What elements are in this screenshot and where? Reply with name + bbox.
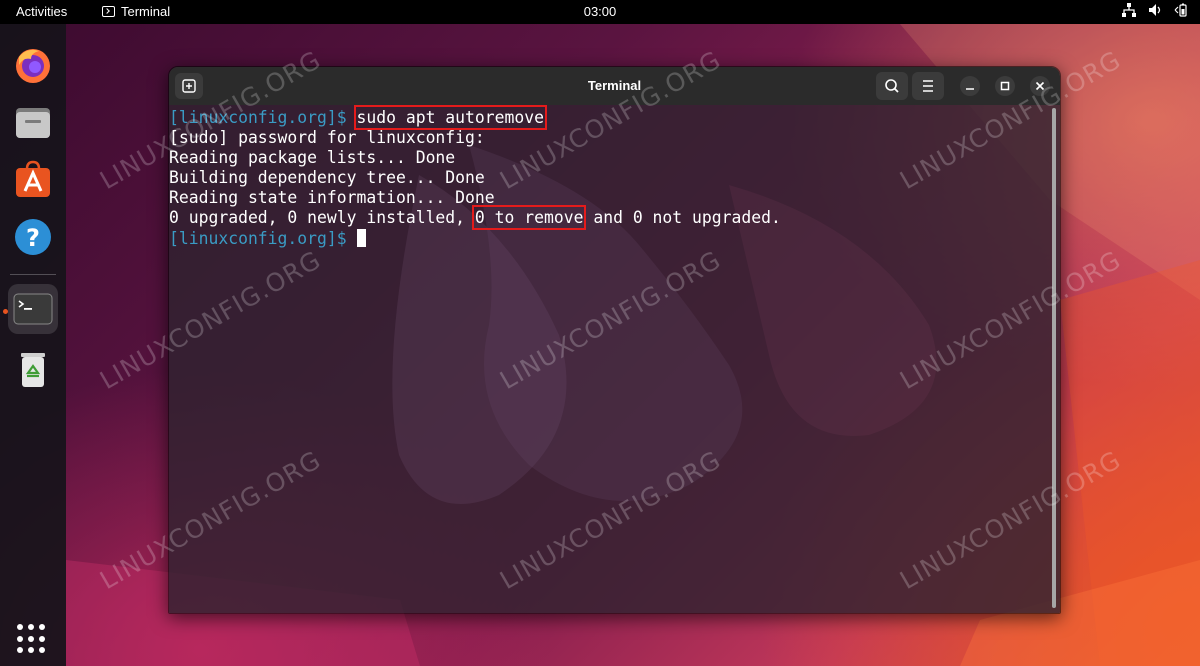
terminal-output[interactable]: [linuxconfig.org]$ sudo apt autoremove [… [169,105,1060,613]
software-store-icon [16,160,50,197]
system-tray[interactable] [1122,3,1188,17]
trash-icon [21,353,45,387]
minimize-icon [966,88,974,90]
battery-icon [1174,3,1187,17]
terminal-line: Reading package lists... Done [169,148,456,167]
hamburger-menu-button[interactable] [912,72,944,100]
new-tab-button[interactable] [175,73,203,99]
output-text: and 0 not upgraded. [583,208,781,227]
top-bar: Activities Terminal 03:00 [0,0,1200,24]
text-cursor [356,229,366,247]
close-icon [1035,81,1045,91]
minimize-button[interactable] [960,76,980,96]
title-bar[interactable]: Terminal [169,67,1060,105]
close-button[interactable] [1030,76,1050,96]
activities-button[interactable]: Activities [16,4,67,19]
app-menu[interactable]: Terminal [102,4,170,19]
terminal-line: Building dependency tree... Done [169,168,485,187]
dock: ? [0,24,66,666]
terminal-icon [102,6,115,17]
shell-prompt: [linuxconfig.org]$ [169,108,357,127]
scrollbar[interactable] [1052,108,1056,608]
highlighted-output: 0 to remove [471,205,587,230]
shell-prompt: [linuxconfig.org]$ [169,229,357,248]
dock-item-terminal[interactable] [8,284,58,334]
dock-separator [10,274,56,275]
maximize-icon [1000,81,1010,91]
terminal-line: [linuxconfig.org]$ sudo apt autoremove [169,105,547,130]
search-icon [885,79,899,93]
network-icon [1122,3,1136,17]
files-icon [16,108,50,138]
show-applications-button[interactable] [17,624,47,654]
terminal-line: [sudo] password for linuxconfig: [169,128,485,147]
dock-item-ubuntu-software[interactable] [8,154,58,204]
dock-item-trash[interactable] [8,344,58,394]
terminal-line: [linuxconfig.org]$ [169,229,366,249]
dock-item-help[interactable]: ? [8,212,58,262]
firefox-icon [16,49,50,83]
maximize-button[interactable] [995,76,1015,96]
terminal-line: 0 upgraded, 0 newly installed, 0 to remo… [169,205,781,230]
svg-text:?: ? [26,224,40,252]
highlighted-command: sudo apt autoremove [353,105,547,130]
dock-item-files[interactable] [8,97,58,147]
dock-item-firefox[interactable] [8,40,58,90]
clock[interactable]: 03:00 [584,4,617,19]
output-text: 0 upgraded, 0 newly installed, [169,208,475,227]
terminal-icon [13,293,53,325]
hamburger-icon [923,80,933,92]
search-button[interactable] [876,72,908,100]
new-tab-icon [182,79,196,93]
terminal-line: Reading state information... Done [169,188,495,207]
app-menu-label: Terminal [121,4,171,19]
volume-icon [1149,4,1161,16]
help-icon: ? [15,219,51,255]
terminal-window[interactable]: Terminal [linuxconfig.org]$ sudo apt aut… [168,66,1061,614]
